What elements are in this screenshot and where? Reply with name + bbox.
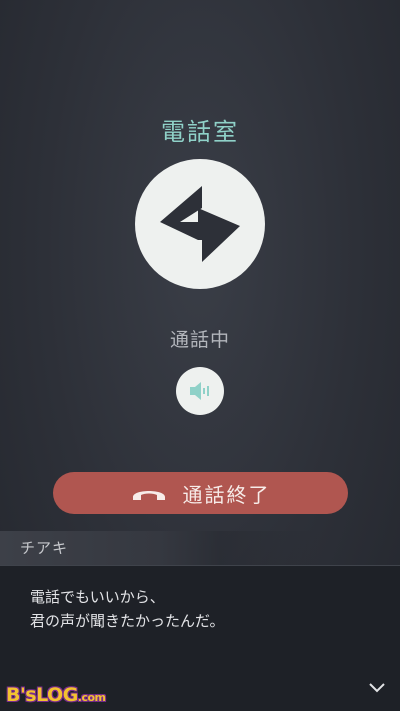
watermark-main: B'sLOG [6, 684, 78, 706]
end-call-label: 通話終了 [182, 482, 271, 507]
dialogue-line: 君の声が聞きたかったんだ。 [30, 612, 225, 630]
watermark-logo: B'sLOG.com [6, 684, 106, 706]
dialogue-text: 電話でもいいから、 君の声が聞きたかったんだ。 [30, 585, 225, 633]
call-room-title: 電話室 [161, 118, 239, 146]
app-logo-icon [160, 186, 240, 262]
chevron-down-icon[interactable] [367, 680, 387, 699]
phone-hangup-icon [131, 485, 167, 501]
speaker-volume-icon [190, 382, 209, 400]
call-status: 通話中 [169, 329, 230, 351]
dialogue-line: 電話でもいいから、 [30, 588, 165, 606]
end-call-button[interactable]: 通話終了 [53, 472, 348, 514]
watermark-suffix: .com [77, 691, 106, 704]
caller-avatar [135, 159, 265, 289]
speaker-button[interactable] [176, 367, 224, 415]
speaker-name: チアキ [20, 539, 69, 557]
